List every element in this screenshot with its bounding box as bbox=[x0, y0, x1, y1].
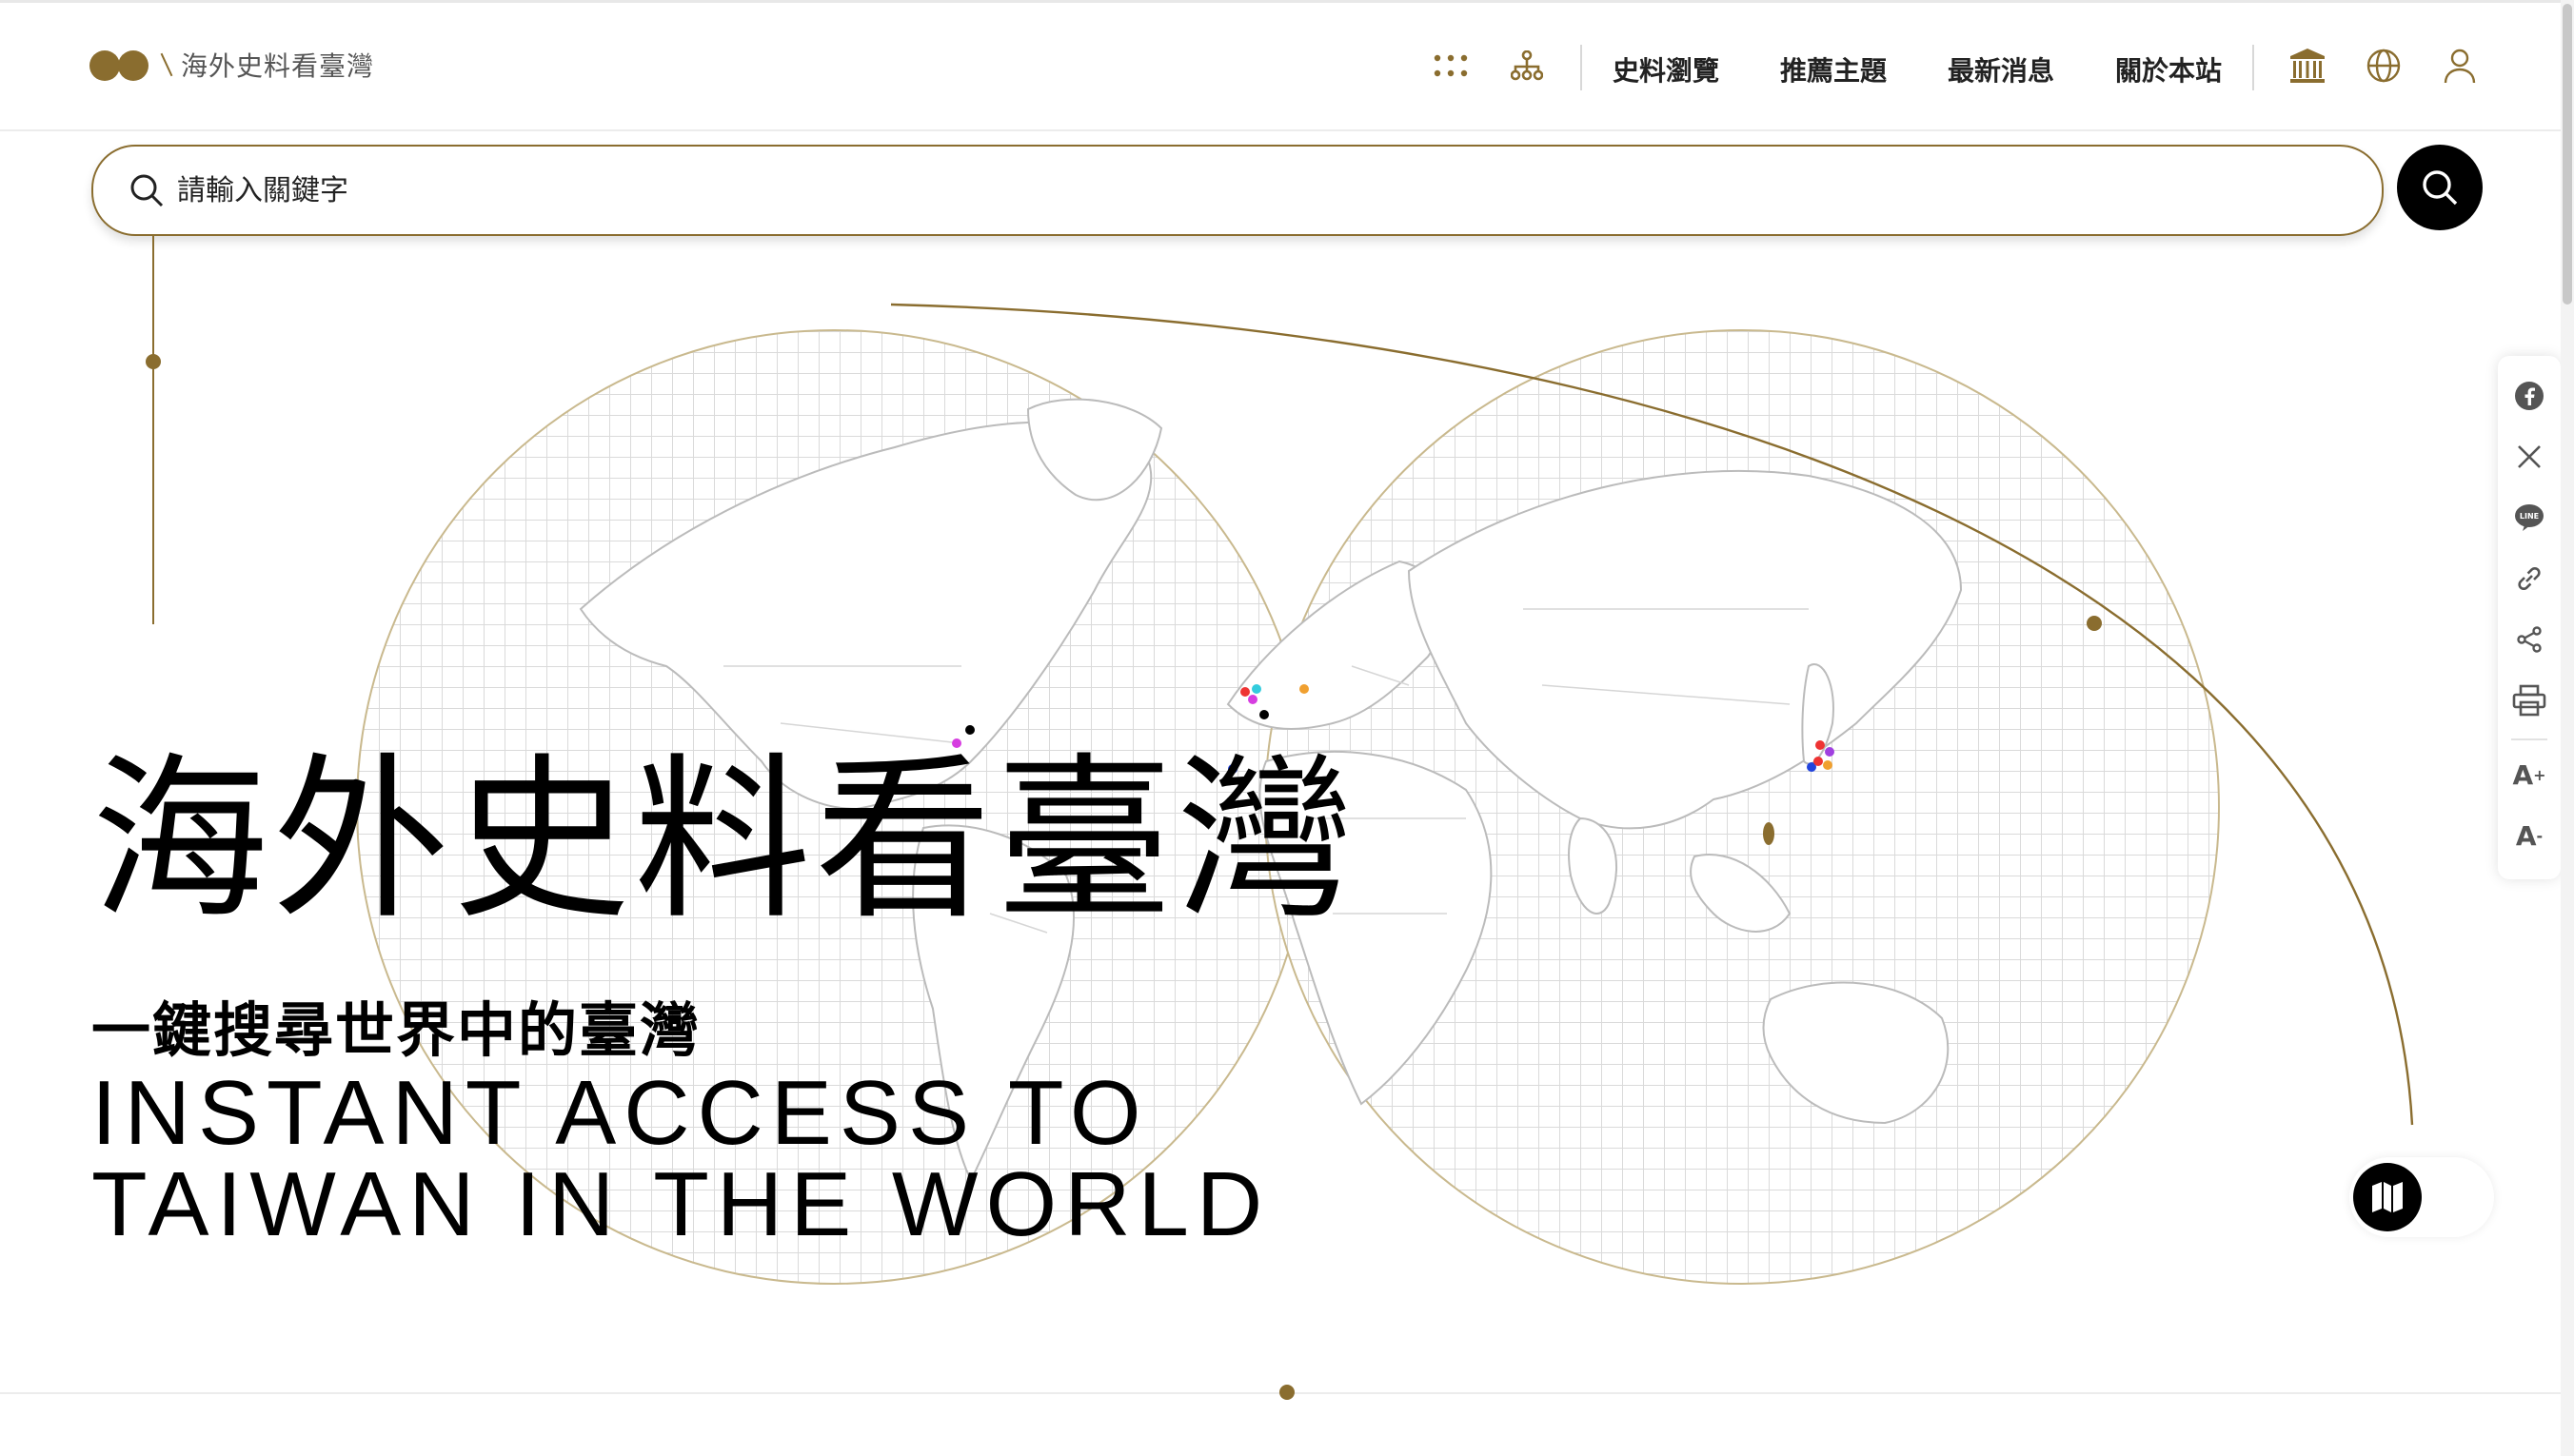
share-toolbar: LINE A + A- bbox=[2498, 356, 2561, 879]
hero-english-line-2: TAIWAN IN THE WORLD bbox=[91, 1153, 1271, 1255]
font-decrease-sup: - bbox=[2536, 826, 2544, 845]
link-icon[interactable] bbox=[2510, 560, 2548, 598]
line-icon[interactable]: LINE bbox=[2510, 499, 2548, 537]
facebook-icon[interactable] bbox=[2510, 377, 2548, 415]
share-icon[interactable] bbox=[2510, 620, 2548, 659]
hero-title: 海外史料看臺灣 bbox=[91, 737, 1358, 943]
hero-subtitle: 一鍵搜尋世界中的臺灣 bbox=[91, 995, 702, 1065]
decorative-dot bbox=[2087, 616, 2102, 631]
font-size-decrease-button[interactable]: A- bbox=[2510, 817, 2548, 855]
font-increase-label: A bbox=[2512, 758, 2534, 791]
font-increase-sup: + bbox=[2533, 765, 2546, 784]
x-twitter-icon[interactable] bbox=[2510, 438, 2548, 476]
font-decrease-label: A bbox=[2515, 819, 2537, 852]
font-size-increase-button[interactable]: A + bbox=[2510, 756, 2548, 794]
hero-english-line-1: INSTANT ACCESS TO bbox=[91, 1062, 1149, 1164]
map-view-toggle[interactable] bbox=[2349, 1157, 2494, 1237]
toolbar-divider bbox=[2511, 738, 2547, 740]
print-icon[interactable] bbox=[2510, 681, 2548, 719]
map-icon bbox=[2353, 1163, 2422, 1231]
scrollbar-thumb[interactable] bbox=[2563, 4, 2572, 305]
decorative-dot bbox=[1279, 1385, 1295, 1400]
svg-text:LINE: LINE bbox=[2520, 512, 2539, 521]
taiwan-marker bbox=[1763, 822, 1774, 845]
hero-english-tagline: INSTANT ACCESS TO TAIWAN IN THE WORLD bbox=[91, 1068, 1270, 1250]
